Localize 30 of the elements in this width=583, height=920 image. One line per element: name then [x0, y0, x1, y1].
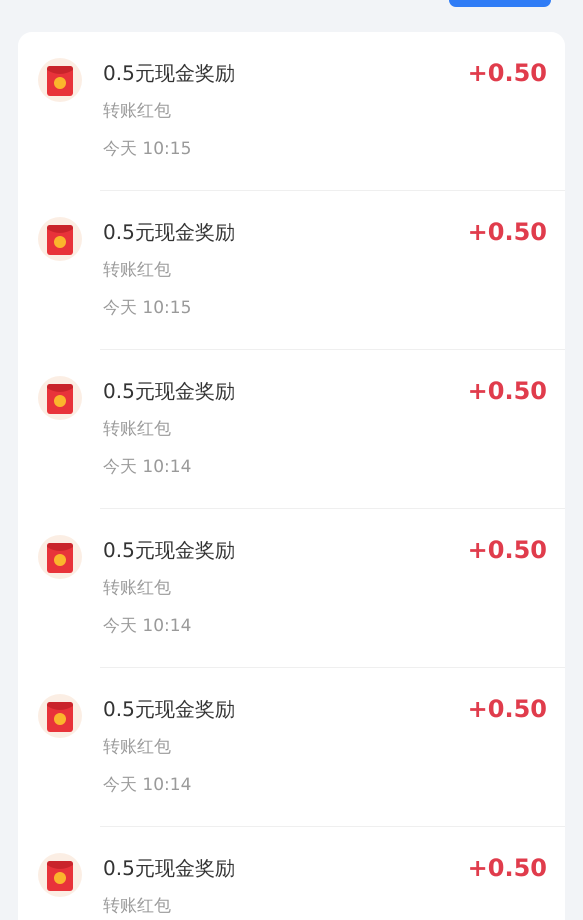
record-amount: +0.50 [468, 217, 547, 248]
record-type: 转账红包 [103, 100, 172, 123]
envelope-icon [38, 694, 82, 738]
record-amount: +0.50 [468, 694, 547, 725]
record-title: 0.5元现金奖励 [103, 855, 236, 881]
top-button-edge[interactable] [449, 0, 551, 7]
envelope-icon [38, 58, 82, 102]
record-time: 今天 10:15 [103, 138, 192, 161]
record-title: 0.5元现金奖励 [103, 378, 236, 404]
envelope-icon [38, 535, 82, 579]
envelope-icon [38, 217, 82, 261]
record-time: 今天 10:14 [103, 774, 192, 797]
record-time: 今天 10:14 [103, 456, 192, 479]
record-amount: +0.50 [468, 853, 547, 884]
envelope-icon [38, 376, 82, 420]
record-type: 转账红包 [103, 736, 172, 759]
envelope-icon [38, 853, 82, 897]
record-time: 今天 10:14 [103, 615, 192, 638]
record-type: 转账红包 [103, 259, 172, 282]
record-title: 0.5元现金奖励 [103, 60, 236, 86]
record-type: 转账红包 [103, 418, 172, 441]
record-type: 转账红包 [103, 577, 172, 600]
record-title: 0.5元现金奖励 [103, 696, 236, 722]
record-amount: +0.50 [468, 58, 547, 89]
record-title: 0.5元现金奖励 [103, 537, 236, 563]
record-type: 转账红包 [103, 895, 172, 918]
record-title: 0.5元现金奖励 [103, 219, 236, 245]
record-time: 今天 10:15 [103, 297, 192, 320]
record-amount: +0.50 [468, 376, 547, 407]
record-amount: +0.50 [468, 535, 547, 566]
